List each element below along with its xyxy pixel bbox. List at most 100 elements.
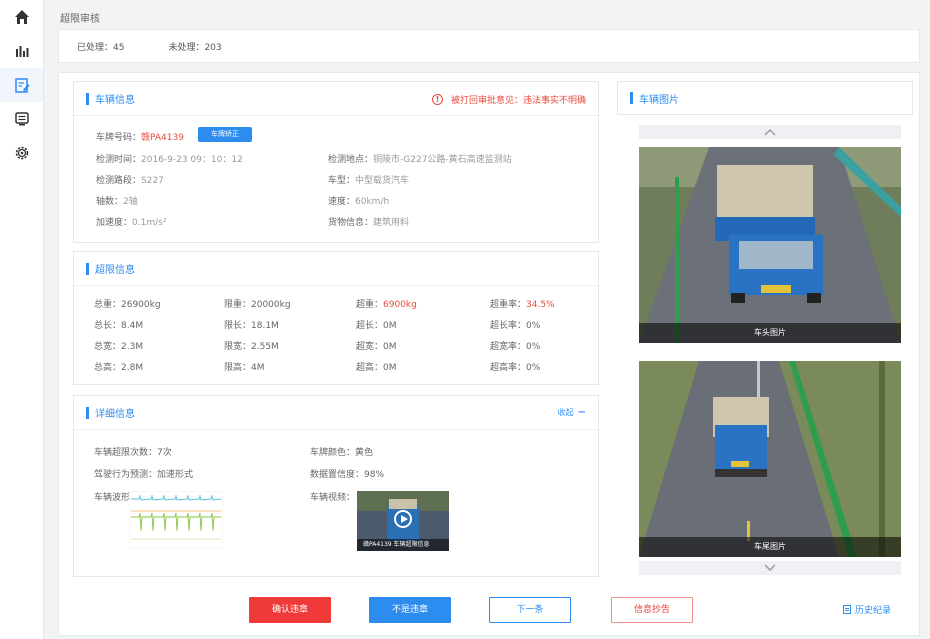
info-copy-report-button[interactable]: 信息抄告 bbox=[611, 597, 693, 623]
field-label: 检测路段： bbox=[96, 176, 142, 186]
edit-document-icon bbox=[14, 78, 29, 93]
detect-time-field: 检测时间：2016-9-23 09：10：12 bbox=[96, 152, 243, 165]
stats-bar: 已处理：45 未处理：203 bbox=[58, 29, 920, 63]
overlimit-cell-text: 超重率： bbox=[490, 300, 527, 310]
confidence-field: 数据置信度：98% bbox=[310, 467, 384, 480]
overlimit-cell: 超重率：34.5% bbox=[490, 297, 555, 310]
rear-photo-caption: 车尾图片 bbox=[639, 537, 901, 557]
unprocessed-count: 未处理：203 bbox=[168, 42, 222, 53]
field-label: 轴数： bbox=[96, 197, 124, 207]
plate-number-field: 车牌号码：赣PA4139 bbox=[96, 130, 184, 143]
page-title: 超限审核 bbox=[60, 14, 100, 25]
next-record-button[interactable]: 下一条 bbox=[489, 597, 571, 623]
overlimit-info-card: 超限信息 总重：26900kg 限重：20000kg 超重：6900kg 超重率：34… bbox=[73, 251, 599, 385]
sidebar-item-statistics[interactable] bbox=[0, 34, 43, 68]
rear-photo-image bbox=[639, 361, 901, 557]
vehicle-info-header: 车辆信息 ! 被打回审批意见：违法事实不明确 bbox=[74, 82, 598, 116]
overlimit-cell-text: 0% bbox=[526, 321, 541, 331]
section-accent-bar bbox=[86, 262, 89, 275]
plate-number-label: 车牌号码： bbox=[96, 133, 142, 143]
vehicle-type-field: 车型：中型载货汽车 bbox=[328, 173, 409, 186]
overlimit-cell-text: 超高率： bbox=[490, 363, 527, 373]
vehicle-photos-title: 车辆图片 bbox=[639, 94, 679, 106]
field-value: S227 bbox=[141, 176, 164, 186]
scroll-down-button[interactable] bbox=[639, 561, 901, 575]
cargo-info-field: 货物信息：建筑用料 bbox=[328, 215, 409, 228]
vehicle-photos-header: 车辆图片 bbox=[617, 81, 913, 115]
overlimit-count-text: 车辆超限次数：7次 bbox=[94, 448, 172, 458]
plate-color-field: 车牌颜色：黄色 bbox=[310, 445, 373, 458]
minus-icon: − bbox=[577, 407, 586, 418]
overlimit-cell: 超宽：0M bbox=[356, 339, 397, 352]
rejected-notice-text: 被打回审批意见：违法事实不明确 bbox=[450, 96, 586, 106]
overlimit-cell-text: 超高： bbox=[356, 363, 384, 373]
main-area: 超限审核 已处理：45 未处理：203 车辆信息 ! 被打回审批意见：违法事实不… bbox=[44, 0, 930, 639]
overlimit-cell-text: 超长率： bbox=[490, 321, 527, 331]
overlimit-cell: 总重：26900kg bbox=[94, 297, 161, 310]
chevron-up-icon bbox=[764, 129, 776, 136]
rear-photo[interactable]: 车尾图片 bbox=[639, 361, 901, 557]
vehicle-waveform bbox=[129, 491, 223, 549]
field-label: 速度： bbox=[328, 197, 356, 207]
overlimit-info-header: 超限信息 bbox=[74, 252, 598, 286]
home-icon bbox=[14, 10, 29, 24]
detail-info-card: 详细信息 收起 − 车辆超限次数：7次 车牌颜色：黄色 驾驶行为预测：加速形式 数… bbox=[73, 395, 599, 577]
sidebar-item-review[interactable] bbox=[0, 68, 43, 102]
detect-location-field: 检测地点：铜陵市-G227公路-黄石高速监测站 bbox=[328, 152, 512, 165]
content-panel: 车辆信息 ! 被打回审批意见：违法事实不明确 车牌号码：赣PA4139 车牌矫正… bbox=[58, 72, 920, 636]
chevron-down-icon bbox=[764, 564, 776, 571]
overlimit-cell-text: 超重： bbox=[356, 300, 384, 310]
overlimit-cell-text: 总宽：2.3M bbox=[94, 342, 144, 352]
overlimit-cell: 总长：8.4M bbox=[94, 318, 143, 331]
history-records-link[interactable]: 历史纪录 bbox=[843, 603, 891, 616]
confidence-text: 数据置信度：98% bbox=[310, 470, 385, 480]
overlimit-cell-text: 限长：18.1M bbox=[224, 321, 279, 331]
warning-icon: ! bbox=[431, 94, 443, 105]
play-icon[interactable] bbox=[394, 510, 412, 528]
not-violation-button[interactable]: 不是违章 bbox=[369, 597, 451, 623]
plate-correction-button[interactable]: 车牌矫正 bbox=[198, 127, 252, 142]
overlimit-cell-text: 总长：8.4M bbox=[94, 321, 144, 331]
overlimit-cell: 限长：18.1M bbox=[224, 318, 279, 331]
road-section-field: 检测路段：S227 bbox=[96, 173, 164, 186]
field-value: 铜陵市-G227公路-黄石高速监测站 bbox=[373, 155, 512, 165]
sidebar-item-home[interactable] bbox=[0, 0, 43, 34]
sidebar bbox=[0, 0, 44, 639]
overlimit-cell-text: 总重：26900kg bbox=[94, 300, 161, 310]
collapse-toggle[interactable]: 收起 − bbox=[558, 407, 586, 418]
vehicle-photos-panel: 车辆图片 车头图片 车尾图片 bbox=[617, 81, 913, 577]
sidebar-item-monitor[interactable] bbox=[0, 102, 43, 136]
behavior-prediction-text: 驾驶行为预测：加速形式 bbox=[94, 470, 194, 480]
vehicle-info-card: 车辆信息 ! 被打回审批意见：违法事实不明确 车牌号码：赣PA4139 车牌矫正… bbox=[73, 81, 599, 243]
field-label: 货物信息： bbox=[328, 218, 374, 228]
overlimit-cell-text: 限重：20000kg bbox=[224, 300, 291, 310]
confirm-violation-button[interactable]: 确认违章 bbox=[249, 597, 331, 623]
field-value: 2轴 bbox=[123, 197, 138, 207]
scroll-up-button[interactable] bbox=[639, 125, 901, 139]
field-label: 车型： bbox=[328, 176, 356, 186]
overlimit-cell-text: 总高：2.8M bbox=[94, 363, 144, 373]
rejected-notice: ! 被打回审批意见：违法事实不明确 bbox=[431, 93, 586, 106]
monitor-icon bbox=[14, 112, 29, 126]
overlimit-cell-text: 0M bbox=[383, 342, 397, 352]
processed-count: 已处理：45 bbox=[77, 42, 125, 53]
plate-number-value: 赣PA4139 bbox=[141, 133, 184, 143]
field-label: 检测地点： bbox=[328, 155, 374, 165]
section-accent-bar bbox=[86, 92, 89, 105]
overlimit-cell-text: 超宽： bbox=[356, 342, 384, 352]
overlimit-cell-text: 34.5% bbox=[526, 300, 555, 310]
speed-field: 速度：60km/h bbox=[328, 194, 389, 207]
acceleration-field: 加速度：0.1m/s² bbox=[96, 215, 166, 228]
vehicle-info-title: 车辆信息 bbox=[95, 95, 135, 106]
overlimit-cell: 限重：20000kg bbox=[224, 297, 291, 310]
sidebar-item-settings[interactable] bbox=[0, 136, 43, 170]
overlimit-cell-text: 6900kg bbox=[383, 300, 417, 310]
field-value: 60km/h bbox=[355, 197, 390, 207]
video-caption: 赣PA4139 车辆超限信息 bbox=[357, 539, 449, 551]
overlimit-cell: 超高：0M bbox=[356, 360, 397, 373]
overlimit-info-title: 超限信息 bbox=[95, 265, 135, 276]
vehicle-video-thumbnail[interactable]: 赣PA4139 车辆超限信息 bbox=[357, 491, 449, 551]
front-photo-image bbox=[639, 147, 901, 343]
field-value: 2016-9-23 09：10：12 bbox=[141, 155, 243, 165]
front-photo[interactable]: 车头图片 bbox=[639, 147, 901, 343]
